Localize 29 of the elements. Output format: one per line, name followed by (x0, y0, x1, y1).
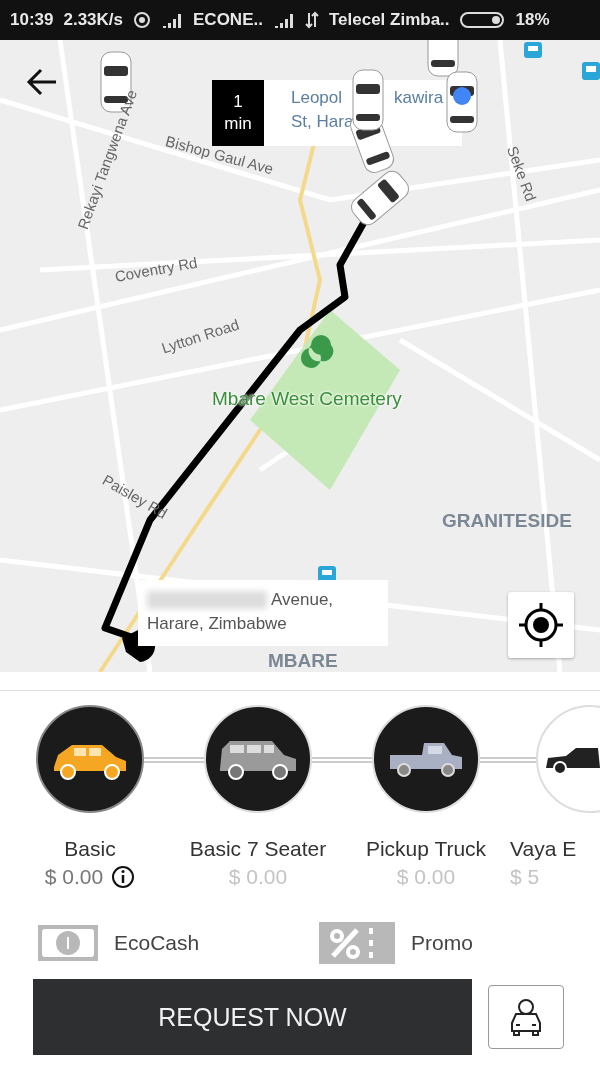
payment-method[interactable]: EcoCash (114, 931, 200, 955)
network-speed: 2.33K/s (63, 10, 124, 30)
vehicle-price: $ 0.00 (228, 865, 288, 889)
promo-link[interactable]: Promo (411, 931, 473, 955)
vehicle-price: $ 5 (510, 865, 540, 889)
vehicle-price: $ 0.00 (396, 865, 456, 889)
pickup-address-text: Leopol (291, 87, 343, 109)
vehicle-name: Vaya E (510, 837, 577, 861)
eta-unit: min (224, 113, 252, 135)
vehicle-name: Basic 7 Seater (189, 837, 327, 861)
vehicle-name: Basic (64, 837, 116, 861)
dropoff-address-text: Avenue, (271, 589, 334, 611)
area-label: MBARE (268, 650, 338, 672)
eta-value: 1 (233, 91, 243, 113)
street-label: Coventry Rd (113, 253, 199, 285)
vehicle-name: Pickup Truck (365, 837, 487, 861)
pickup-address-text: kawira (394, 87, 444, 109)
clock-time: 10:39 (10, 10, 54, 30)
street-label: Seke Rd (504, 143, 540, 204)
vehicle-price: $ 0.00 (44, 865, 104, 889)
area-label: GRANITESIDE (442, 510, 572, 532)
dropoff-address-text: Harare, Zimbabwe (147, 613, 288, 635)
street-label: Bishop Gaul Ave (163, 132, 276, 178)
street-label: Lytton Road (159, 315, 242, 357)
battery-percent: 18% (515, 10, 550, 30)
carrier-name: ECONE.. (193, 10, 263, 30)
request-now-button[interactable]: REQUEST NOW (33, 979, 472, 1055)
carrier-name: Telecel Zimba.. (328, 10, 450, 30)
pickup-address-text: St, Hara (291, 111, 355, 133)
